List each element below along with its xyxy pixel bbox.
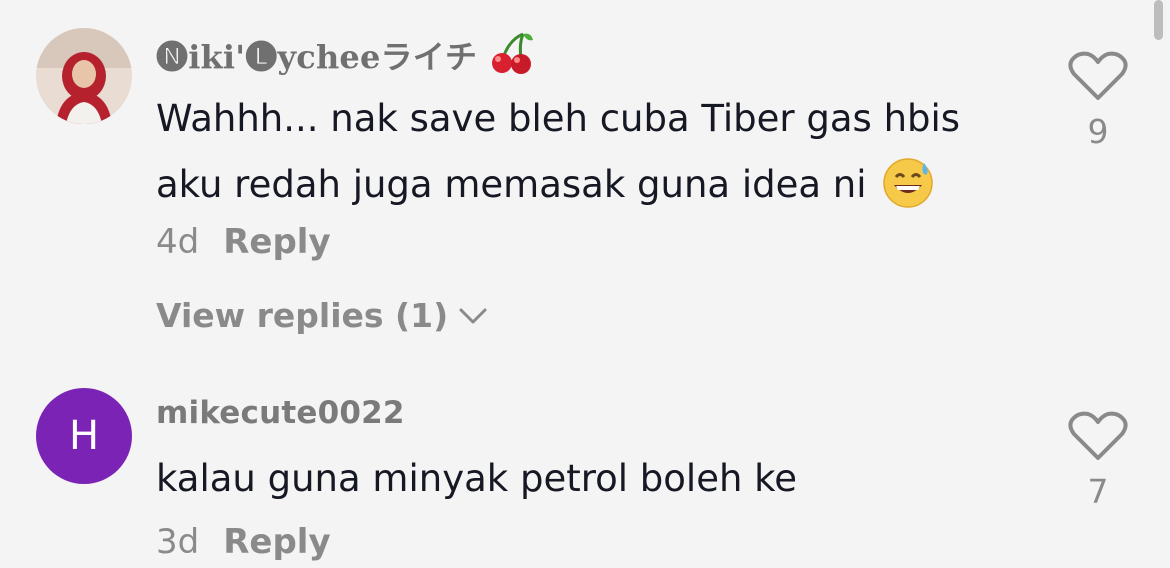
comment-text: Wahhh... nak save bleh cuba Tiber gas hb… [156, 86, 1036, 218]
reply-button[interactable]: Reply [223, 522, 330, 562]
view-replies-label: View replies (1) [156, 296, 449, 335]
username-text[interactable]: 🅝iki'🅛ycheeライチ [156, 38, 477, 76]
like-button[interactable]: 9 [1066, 50, 1130, 151]
chevron-down-icon [459, 308, 487, 323]
reply-button[interactable]: Reply [223, 222, 330, 262]
view-replies-button[interactable]: View replies (1) [156, 296, 488, 335]
heart-icon [1068, 51, 1128, 100]
username[interactable]: mikecute0022 [156, 395, 405, 431]
avatar[interactable]: H [36, 388, 132, 484]
heart-icon [1068, 411, 1128, 460]
like-count: 7 [1087, 472, 1109, 511]
grinning-sweat-emoji [883, 158, 934, 208]
comment-age: 3d [156, 522, 200, 562]
scrollbar[interactable] [1154, 0, 1163, 40]
cherries-icon [491, 32, 533, 74]
comment-meta: 4d Reply [156, 222, 331, 262]
comment-age: 4d [156, 222, 200, 262]
like-button[interactable]: 7 [1066, 410, 1130, 511]
username[interactable]: 🅝iki'🅛ycheeライチ [156, 30, 535, 78]
comment-text: kalau guna minyak petrol boleh ke [156, 457, 798, 500]
avatar[interactable] [36, 28, 132, 124]
like-count: 9 [1087, 112, 1109, 151]
comment-meta: 3d Reply [156, 522, 331, 562]
comment-text-content: Wahhh... nak save bleh cuba Tiber gas hb… [156, 97, 961, 206]
avatar-letter: H [68, 413, 100, 459]
